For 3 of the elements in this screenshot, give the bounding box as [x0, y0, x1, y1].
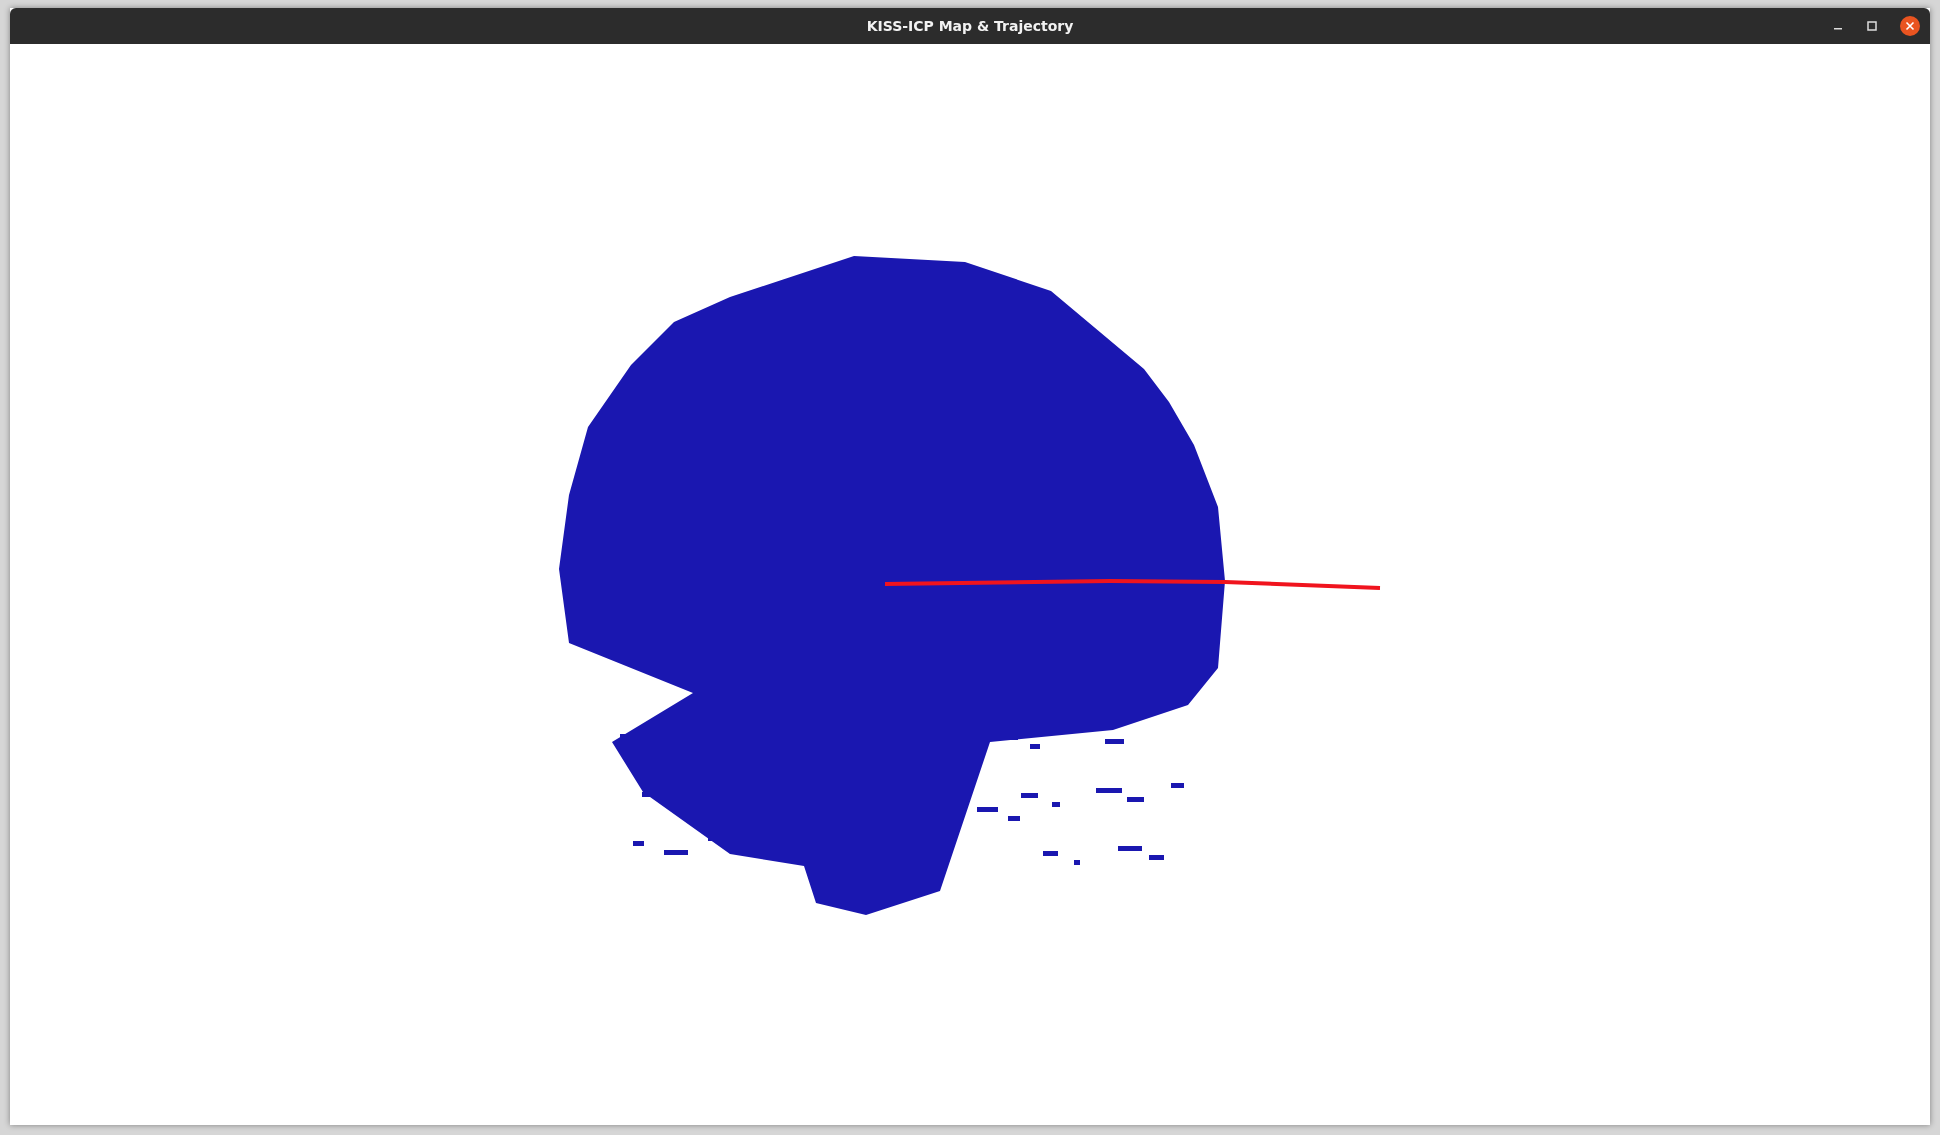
close-icon[interactable]	[1900, 16, 1920, 36]
window-title: KISS-ICP Map & Trajectory	[866, 18, 1074, 34]
maximize-icon[interactable]	[1866, 20, 1878, 32]
